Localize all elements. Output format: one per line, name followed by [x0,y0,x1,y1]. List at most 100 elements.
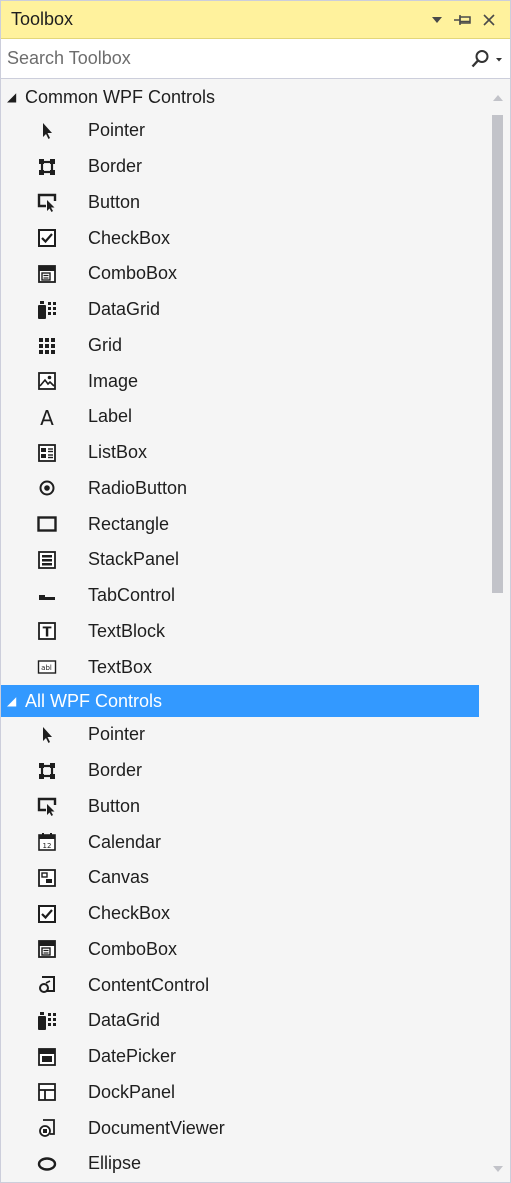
radiobutton-icon [34,475,60,501]
toolbox-item-combobox[interactable]: ComboBox [1,932,485,968]
svg-text:12: 12 [43,842,52,850]
toolbox-item-button[interactable]: Button [1,185,485,221]
toolbox-item-contentcontrol[interactable]: ContentControl [1,967,485,1003]
combobox-icon [34,936,60,962]
expanded-triangle-icon: ◢ [7,90,17,104]
svg-text:T: T [43,626,52,641]
toolbox-item-checkbox[interactable]: CheckBox [1,220,485,256]
item-label: Pointer [88,120,146,141]
calendar-icon: 12 [34,829,60,855]
item-label: Label [88,406,133,427]
button-icon [34,189,60,215]
contentcontrol-icon [34,972,60,998]
toolbox-item-tabcontrol[interactable]: TabControl [1,578,485,614]
search-icon[interactable] [470,49,490,69]
toolbox-item-combobox[interactable]: ComboBox [1,256,485,292]
toolbox-item-textbox[interactable]: abl TextBox [1,649,485,685]
toolbox-content: ◢ Common WPF Controls Pointer Border But… [1,81,485,1182]
item-label: ComboBox [88,263,178,284]
toolbox-item-calendar[interactable]: 12 Calendar [1,824,485,860]
item-label: TextBlock [88,620,166,641]
pointer-icon [34,118,60,144]
item-label: StackPanel [88,549,180,570]
listbox-icon [34,440,60,466]
search-bar [1,39,510,79]
scroll-down-arrow-icon[interactable] [485,1158,510,1180]
toolbox-window: Toolbox Search Toolbox ◢ Common WPF Cont… [0,0,511,1183]
item-label: DocumentViewer [88,1117,225,1138]
item-label: Button [88,795,141,816]
item-label: CheckBox [88,903,171,924]
toolbox-item-textblock[interactable]: T TextBlock [1,614,485,650]
textblock-icon: T [34,618,60,644]
toolbox-item-documentviewer[interactable]: DocumentViewer [1,1110,485,1146]
datagrid-icon [34,1008,60,1034]
item-label: Pointer [88,724,146,745]
window-position-dropdown-icon[interactable] [426,9,448,31]
toolbox-item-border[interactable]: Border [1,753,485,789]
close-icon[interactable] [478,9,500,31]
textbox-icon: abl [34,654,60,680]
canvas-icon [34,865,60,891]
item-label: Ellipse [88,1153,142,1174]
toolbox-item-datepicker[interactable]: DatePicker [1,1039,485,1075]
scroll-up-arrow-icon[interactable] [485,87,510,109]
vertical-scrollbar[interactable] [485,81,510,1182]
toolbox-item-stackpanel[interactable]: StackPanel [1,542,485,578]
search-options-dropdown-icon[interactable] [494,54,504,64]
toolbox-item-border[interactable]: Border [1,149,485,185]
toolbox-item-dockpanel[interactable]: DockPanel [1,1075,485,1111]
item-label: DatePicker [88,1046,177,1067]
item-label: TextBox [88,656,153,677]
item-label: DataGrid [88,1010,161,1031]
svg-text:abl: abl [41,664,52,672]
pin-icon[interactable] [452,9,474,31]
item-label: Border [88,760,143,781]
panel-title: Toolbox [11,9,74,29]
toolbox-item-datagrid[interactable]: DataGrid [1,1003,485,1039]
item-label: ComboBox [88,938,178,959]
item-label: RadioButton [88,477,188,498]
svg-text:A: A [40,406,54,428]
group-label: Common WPF Controls [25,86,216,107]
combobox-icon [34,261,60,287]
scrollbar-thumb[interactable] [492,115,503,593]
toolbox-item-rectangle[interactable]: Rectangle [1,506,485,542]
item-label: ContentControl [88,974,210,995]
item-label: DockPanel [88,1081,176,1102]
toolbox-item-ellipse[interactable]: Ellipse [1,1146,485,1182]
rectangle-icon [34,511,60,537]
toolbox-item-label[interactable]: A Label [1,399,485,435]
image-icon [34,368,60,394]
item-label: Button [88,191,141,212]
group-header-all-wpf-controls[interactable]: ◢ All WPF Controls [1,685,479,717]
checkbox-icon [34,225,60,251]
border-icon [34,758,60,784]
dockpanel-icon [34,1079,60,1105]
toolbox-item-pointer[interactable]: Pointer [1,717,485,753]
item-label: Grid [88,334,123,355]
toolbox-item-radiobutton[interactable]: RadioButton [1,471,485,507]
toolbox-item-pointer[interactable]: Pointer [1,113,485,149]
border-icon [34,154,60,180]
toolbox-item-listbox[interactable]: ListBox [1,435,485,471]
button-icon [34,793,60,819]
checkbox-icon [34,901,60,927]
label-icon: A [34,404,60,430]
toolbox-item-datagrid[interactable]: DataGrid [1,292,485,328]
item-label: ListBox [88,442,148,463]
toolbox-item-button[interactable]: Button [1,789,485,825]
ellipse-icon [34,1151,60,1177]
group-header-common-wpf-controls[interactable]: ◢ Common WPF Controls [1,81,485,113]
datepicker-icon [34,1044,60,1070]
stackpanel-icon [34,547,60,573]
documentviewer-icon [34,1115,60,1141]
toolbox-titlebar: Toolbox [1,1,510,39]
item-label: CheckBox [88,227,171,248]
toolbox-item-canvas[interactable]: Canvas [1,860,485,896]
toolbox-item-checkbox[interactable]: CheckBox [1,896,485,932]
search-input[interactable] [7,48,470,69]
item-label: Canvas [88,867,150,888]
toolbox-item-grid[interactable]: Grid [1,328,485,364]
toolbox-item-image[interactable]: Image [1,363,485,399]
